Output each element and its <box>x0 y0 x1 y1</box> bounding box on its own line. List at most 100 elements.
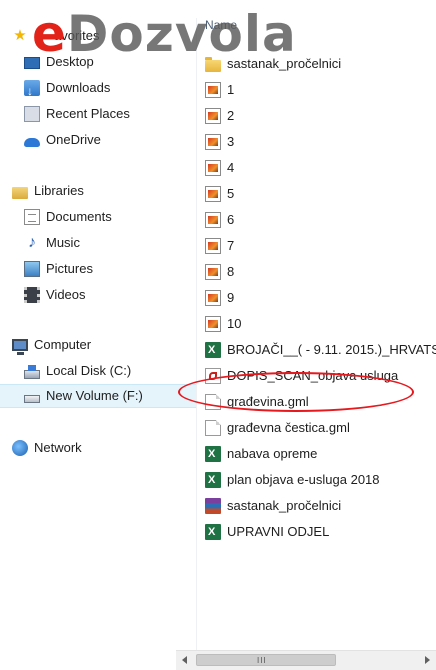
list-item[interactable]: sastanak_pročelnici <box>205 494 436 518</box>
file-name: 10 <box>227 316 242 331</box>
image-file-icon <box>205 108 221 124</box>
nav-item-label: Music <box>46 235 80 250</box>
horizontal-scrollbar[interactable]: III <box>176 650 436 670</box>
list-item[interactable]: 8 <box>205 260 436 284</box>
nav-item-label: Desktop <box>46 54 94 69</box>
nav-item-label: New Volume (F:) <box>46 388 143 403</box>
list-item-highlighted[interactable]: građevina.gml <box>205 390 436 414</box>
file-name: sastanak_pročelnici <box>227 56 342 71</box>
file-name: sastanak_pročelnici <box>227 498 342 513</box>
column-header-name[interactable]: Name <box>205 18 237 34</box>
nav-item-desktop[interactable]: Desktop <box>0 50 196 74</box>
local-disk-icon <box>24 364 40 379</box>
file-name: 1 <box>227 82 235 97</box>
image-file-icon <box>205 160 221 176</box>
excel-icon <box>205 524 221 540</box>
computer-icon <box>12 339 28 355</box>
nav-item-label: Libraries <box>34 183 84 198</box>
nav-favorites[interactable]: ★ avorites <box>12 24 208 48</box>
file-name: DOPIS_SCAN_objava usluga <box>227 368 399 383</box>
file-name: 8 <box>227 264 235 279</box>
nav-item-label: Local Disk (C:) <box>46 363 132 378</box>
grip-icon: III <box>257 656 267 665</box>
file-name: BROJAČI__( - 9.11. 2015.)_HRVATSKA <box>227 342 436 357</box>
image-file-icon <box>205 212 221 228</box>
image-file-icon <box>205 290 221 306</box>
scroll-left-icon[interactable] <box>182 656 187 664</box>
list-item[interactable]: plan objava e-usluga 2018 <box>205 468 436 492</box>
excel-icon <box>205 342 221 358</box>
downloads-icon <box>24 79 40 103</box>
file-list-pane: Name sastanak_pročelnici 1 2 3 4 5 6 7 8… <box>197 18 436 650</box>
nav-item-label: Network <box>34 440 82 455</box>
file-name: 2 <box>227 108 235 123</box>
list-item[interactable]: 5 <box>205 182 436 206</box>
image-file-icon <box>205 316 221 332</box>
pictures-icon <box>24 261 40 277</box>
image-file-icon <box>205 186 221 202</box>
image-file-icon <box>205 134 221 150</box>
list-item[interactable]: građevna čestica.gml <box>205 416 436 440</box>
recent-places-icon <box>24 106 40 122</box>
list-item[interactable]: 6 <box>205 208 436 232</box>
list-item[interactable]: sastanak_pročelnici <box>205 52 436 76</box>
nav-item-recent-places[interactable]: Recent Places <box>0 102 196 126</box>
onedrive-icon <box>24 137 40 147</box>
nav-item-documents[interactable]: Documents <box>0 205 196 229</box>
list-item[interactable]: UPRAVNI ODJEL <box>205 520 436 544</box>
nav-item-label: Videos <box>46 287 86 302</box>
nav-item-label: Downloads <box>46 80 111 95</box>
file-name: 3 <box>227 134 235 149</box>
file-name: 6 <box>227 212 235 227</box>
desktop-icon <box>24 57 40 69</box>
list-item[interactable]: BROJAČI__( - 9.11. 2015.)_HRVATSKA <box>205 338 436 362</box>
list-item[interactable]: 4 <box>205 156 436 180</box>
list-item[interactable]: 1 <box>205 78 436 102</box>
image-file-icon <box>205 264 221 280</box>
nav-computer[interactable]: Computer <box>0 333 196 357</box>
list-item[interactable]: 10 <box>205 312 436 336</box>
document-icon <box>205 420 221 436</box>
list-item[interactable]: 2 <box>205 104 436 128</box>
file-name: 7 <box>227 238 235 253</box>
winrar-icon <box>205 498 221 514</box>
nav-item-label: OneDrive <box>46 132 101 147</box>
file-name: nabava opreme <box>227 446 318 461</box>
nav-item-pictures[interactable]: Pictures <box>0 257 196 281</box>
nav-item-videos[interactable]: Videos <box>0 283 196 307</box>
list-item[interactable]: nabava opreme <box>205 442 436 466</box>
nav-item-downloads[interactable]: Downloads <box>0 76 196 103</box>
file-name: građevna čestica.gml <box>227 420 350 435</box>
excel-icon <box>205 446 221 462</box>
scroll-right-icon[interactable] <box>425 656 430 664</box>
nav-item-local-disk[interactable]: Local Disk (C:) <box>0 359 196 383</box>
document-icon <box>205 394 221 410</box>
list-item[interactable]: DOPIS_SCAN_objava usluga <box>205 364 436 388</box>
file-name: građevina.gml <box>227 394 309 409</box>
file-name: UPRAVNI ODJEL <box>227 524 330 539</box>
documents-icon <box>24 209 40 225</box>
nav-network[interactable]: Network <box>0 436 196 460</box>
nav-item-label: Recent Places <box>46 106 130 121</box>
image-file-icon <box>205 82 221 98</box>
scroll-thumb[interactable]: III <box>196 654 336 666</box>
list-item[interactable]: 3 <box>205 130 436 154</box>
nav-item-label: Computer <box>34 337 92 352</box>
nav-item-label: Documents <box>46 209 112 224</box>
nav-item-music[interactable]: ♪ Music <box>0 231 196 255</box>
excel-icon <box>205 472 221 488</box>
list-item[interactable]: 9 <box>205 286 436 310</box>
nav-item-new-volume[interactable]: New Volume (F:) <box>0 384 196 408</box>
videos-icon <box>24 287 40 303</box>
nav-item-label: Pictures <box>46 261 93 276</box>
star-icon: ★ <box>13 27 27 44</box>
nav-favorites-label: avorites <box>54 28 100 43</box>
file-name: 5 <box>227 186 235 201</box>
music-icon: ♪ <box>28 234 36 251</box>
usb-drive-icon <box>24 394 40 403</box>
nav-item-onedrive[interactable]: OneDrive <box>0 128 196 152</box>
file-name: 4 <box>227 160 235 175</box>
nav-libraries[interactable]: Libraries <box>0 179 196 203</box>
list-item[interactable]: 7 <box>205 234 436 258</box>
folder-icon <box>205 56 221 72</box>
